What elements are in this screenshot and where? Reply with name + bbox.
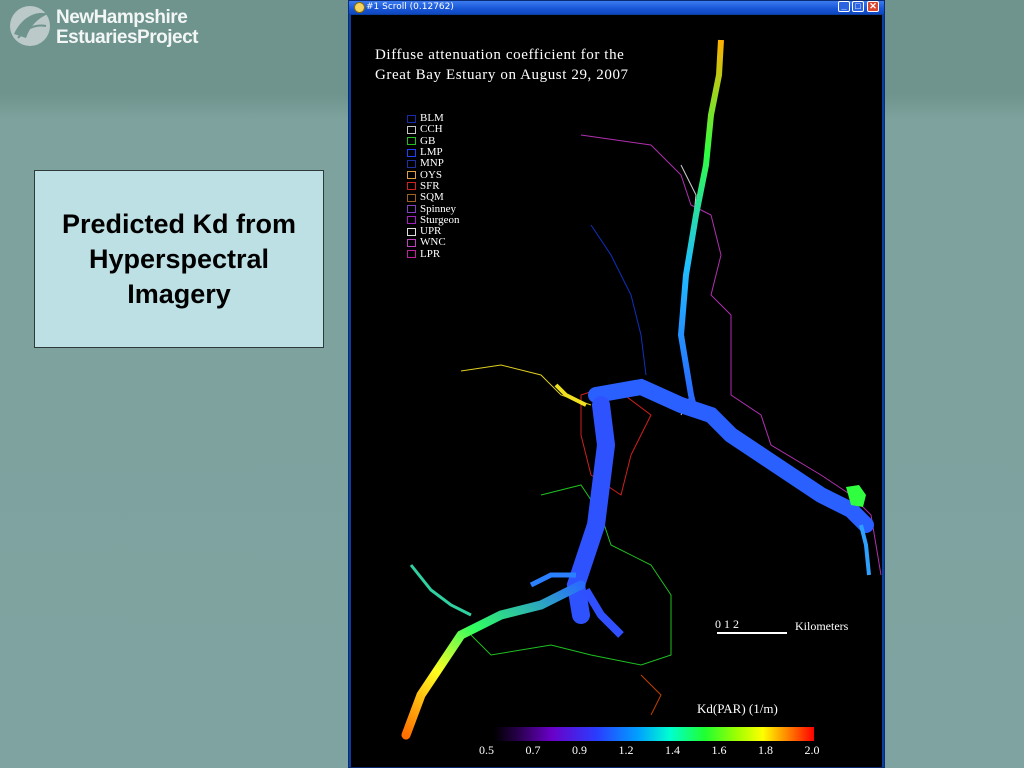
colorbar-tick-label: 1.6 [711,743,727,757]
colorbar-tick-label: 0.9 [572,743,587,757]
logo-line-2: EstuariesProject [56,27,198,48]
south-branch-1 [582,587,624,638]
window-title: #1 Scroll (0.12762) [366,2,454,12]
estuary-map [401,39,882,740]
colorbar-tick-label: 2.0 [804,743,820,757]
colorbar [494,727,814,741]
upper-river-channel [677,39,724,416]
scale-line [717,632,787,634]
colorbar-tick-label: 1.2 [618,743,634,757]
great-bay-main [588,378,874,533]
image-window: #1 Scroll (0.12762) _ □ ✕ Diffuse attenu… [348,0,885,768]
close-button[interactable]: ✕ [867,1,879,12]
scale-ticks: 0 1 2 [715,617,739,631]
colorbar-labels: 0.5 0.7 0.9 1.2 1.4 1.6 1.8 2.0 [351,743,882,759]
colorbar-tick-label: 0.7 [525,743,541,757]
scale-unit: Kilometers [795,619,849,633]
outline-blue [590,224,647,376]
west-tributary [409,564,472,617]
outline-orange [640,674,662,716]
window-titlebar[interactable]: #1 Scroll (0.12762) _ □ ✕ [349,1,884,14]
southwest-river-channel [401,580,586,740]
slide-caption-box: Predicted Kd from Hyperspectral Imagery [34,170,324,348]
slide-caption: Predicted Kd from Hyperspectral Imagery [61,208,297,309]
map-canvas[interactable]: Diffuse attenuation coefficient for the G… [351,15,882,767]
nh-estuaries-logo: NewHampshire EstuariesProject [8,4,218,48]
colorbar-tick-label: 1.4 [665,743,680,757]
colorbar-tick-label: 0.5 [479,743,494,757]
logo-line-1: NewHampshire [56,7,188,28]
app-icon [354,2,365,13]
bird-logo-icon [10,6,50,46]
maximize-button[interactable]: □ [852,1,864,12]
colorbar-title: Kd(PAR) (1/m) [697,701,778,716]
minimize-button[interactable]: _ [838,1,850,12]
colorbar-tick-label: 1.8 [758,743,773,757]
